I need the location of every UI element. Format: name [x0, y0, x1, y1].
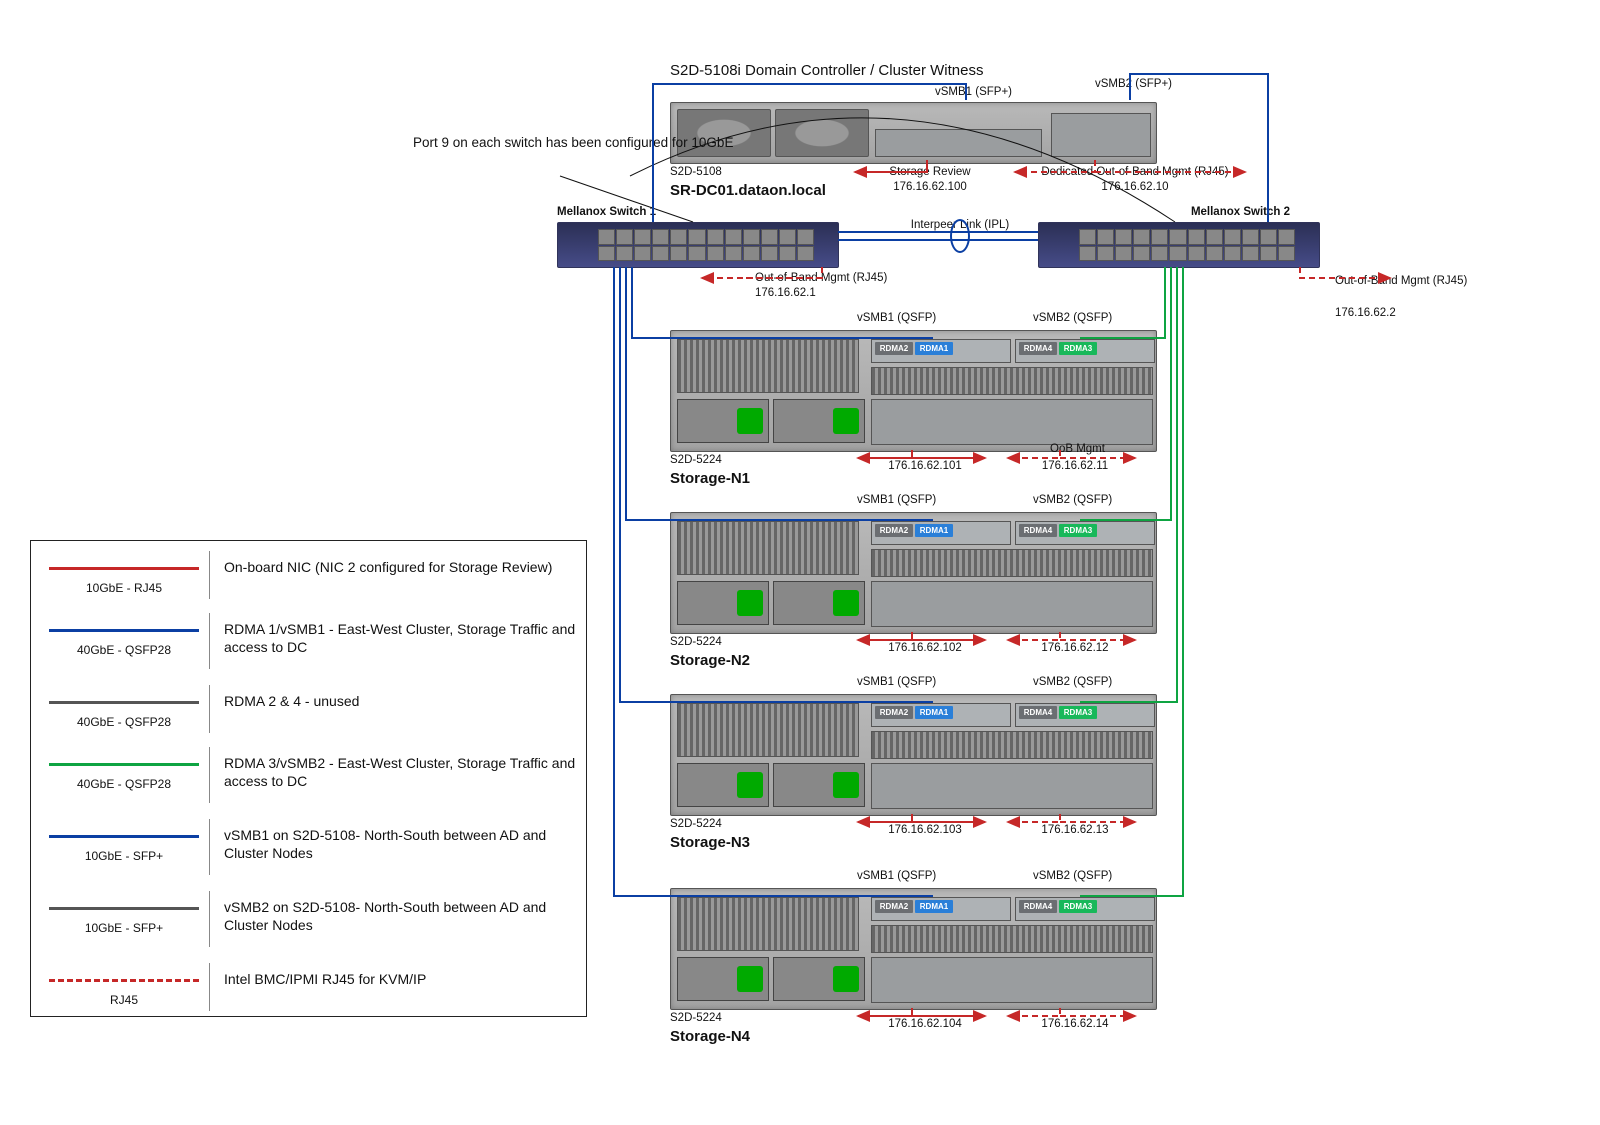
rdma2: RDMA2 — [875, 706, 913, 719]
rdma1: RDMA1 — [915, 900, 953, 913]
legend-text: vSMB2 on S2D-5108- North-South between A… — [224, 899, 576, 934]
n1-ip: 176.16.62.101 — [860, 460, 990, 472]
dc-vsmb1: vSMB1 (SFP+) — [935, 86, 1012, 98]
n1-ooblab: OoB Mgmt — [1050, 443, 1105, 455]
n2-name: Storage-N2 — [670, 652, 750, 669]
storage-n1: RDMA2 RDMA1 RDMA4 RDMA3 — [670, 330, 1157, 452]
storage-n2: RDMA2 RDMA1 RDMA4 RDMA3 — [670, 512, 1157, 634]
switch1-oob: Out-of-Band Mgmt (RJ45) — [755, 272, 887, 284]
rdma4: RDMA4 — [1019, 342, 1057, 355]
legend-under: 10GbE - SFP+ — [49, 921, 199, 935]
legend-text: RDMA 2 & 4 - unused — [224, 693, 576, 711]
switch-2 — [1038, 222, 1320, 268]
n3-ip: 176.16.62.103 — [860, 824, 990, 836]
storage-n3: RDMA2 RDMA1 RDMA4 RDMA3 — [670, 694, 1157, 816]
n1-oob: 176.16.62.11 — [1010, 460, 1140, 472]
legend-under: 40GbE - QSFP28 — [49, 715, 199, 729]
n4-name: Storage-N4 — [670, 1028, 750, 1045]
legend-text: vSMB1 on S2D-5108- North-South between A… — [224, 827, 576, 862]
legend-text: RDMA 1/vSMB1 - East-West Cluster, Storag… — [224, 621, 576, 656]
n3-vsmb2: vSMB2 (QSFP) — [1033, 676, 1112, 688]
dc-sr-label: Storage Review — [860, 166, 1000, 178]
dc-oob-label: Dedicated Out-of-Band Mgmt (RJ45) — [1020, 166, 1250, 178]
dc-hostname: SR-DC01.dataon.local — [670, 182, 826, 199]
switch-1 — [557, 222, 839, 268]
port9-note: Port 9 on each switch has been configure… — [413, 135, 633, 152]
rdma3: RDMA3 — [1059, 706, 1097, 719]
legend-under: 10GbE - RJ45 — [49, 581, 199, 595]
legend-text: On-board NIC (NIC 2 configured for Stora… — [224, 559, 576, 577]
legend-under: 10GbE - SFP+ — [49, 849, 199, 863]
rdma1: RDMA1 — [915, 524, 953, 537]
n2-vsmb2: vSMB2 (QSFP) — [1033, 494, 1112, 506]
rdma2: RDMA2 — [875, 342, 913, 355]
n4-oob: 176.16.62.14 — [1010, 1018, 1140, 1030]
dc-model: S2D-5108 — [670, 166, 722, 178]
switch2-name: Mellanox Switch 2 — [1130, 206, 1290, 218]
rdma3: RDMA3 — [1059, 342, 1097, 355]
n3-name: Storage-N3 — [670, 834, 750, 851]
rdma1: RDMA1 — [915, 342, 953, 355]
n1-name: Storage-N1 — [670, 470, 750, 487]
n1-vsmb1: vSMB1 (QSFP) — [857, 312, 936, 324]
legend: 10GbE - RJ45 On-board NIC (NIC 2 configu… — [30, 540, 587, 1017]
rdma4: RDMA4 — [1019, 706, 1057, 719]
n4-vsmb2: vSMB2 (QSFP) — [1033, 870, 1112, 882]
rdma2: RDMA2 — [875, 900, 913, 913]
n2-model: S2D-5224 — [670, 636, 722, 648]
rdma4: RDMA4 — [1019, 524, 1057, 537]
switch2-ip: 176.16.62.2 — [1335, 307, 1396, 319]
legend-under: RJ45 — [49, 993, 199, 1007]
dc-vsmb2: vSMB2 (SFP+) — [1095, 78, 1172, 90]
legend-text: Intel BMC/IPMI RJ45 for KVM/IP — [224, 971, 576, 989]
n1-model: S2D-5224 — [670, 454, 722, 466]
n2-ip: 176.16.62.102 — [860, 642, 990, 654]
dc-oob-ip: 176.16.62.10 — [1020, 181, 1250, 193]
ipl-label: Interpeer Link (IPL) — [890, 219, 1030, 231]
rdma2: RDMA2 — [875, 524, 913, 537]
storage-n4: RDMA2 RDMA1 RDMA4 RDMA3 — [670, 888, 1157, 1010]
n3-model: S2D-5224 — [670, 818, 722, 830]
n1-vsmb2: vSMB2 (QSFP) — [1033, 312, 1112, 324]
n2-vsmb1: vSMB1 (QSFP) — [857, 494, 936, 506]
dc-sr-ip: 176.16.62.100 — [860, 181, 1000, 193]
rdma3: RDMA3 — [1059, 524, 1097, 537]
n3-oob: 176.16.62.13 — [1010, 824, 1140, 836]
rdma3: RDMA3 — [1059, 900, 1097, 913]
n4-model: S2D-5224 — [670, 1012, 722, 1024]
n4-vsmb1: vSMB1 (QSFP) — [857, 870, 936, 882]
legend-text: RDMA 3/vSMB2 - East-West Cluster, Storag… — [224, 755, 576, 790]
switch1-name: Mellanox Switch 1 — [557, 206, 656, 218]
n4-ip: 176.16.62.104 — [860, 1018, 990, 1030]
switch2-oob: Out-of-Band Mgmt (RJ45) — [1335, 275, 1455, 287]
rdma4: RDMA4 — [1019, 900, 1057, 913]
dc-server — [670, 102, 1157, 164]
legend-under: 40GbE - QSFP28 — [49, 777, 199, 791]
n3-vsmb1: vSMB1 (QSFP) — [857, 676, 936, 688]
switch1-ip: 176.16.62.1 — [755, 287, 816, 299]
legend-under: 40GbE - QSFP28 — [49, 643, 199, 657]
page-title: S2D-5108i Domain Controller / Cluster Wi… — [670, 62, 983, 79]
n2-oob: 176.16.62.12 — [1010, 642, 1140, 654]
rdma1: RDMA1 — [915, 706, 953, 719]
